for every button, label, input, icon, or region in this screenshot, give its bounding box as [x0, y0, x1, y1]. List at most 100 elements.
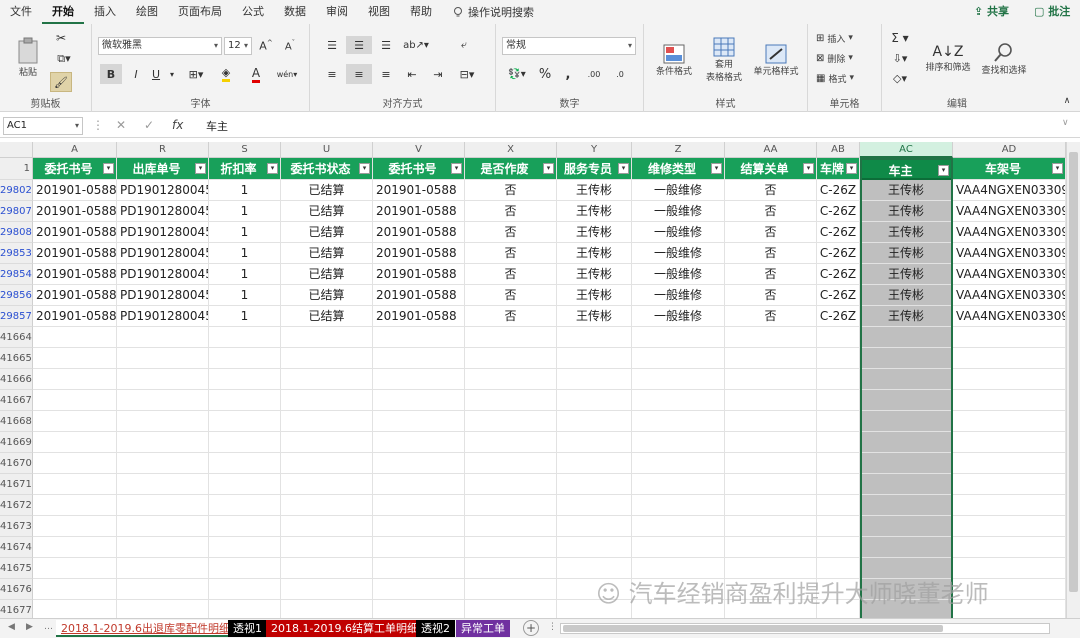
table-cell[interactable]: [209, 495, 281, 516]
table-cell[interactable]: [33, 348, 117, 369]
table-cell[interactable]: [281, 537, 373, 558]
table-cell[interactable]: [725, 474, 817, 495]
row-header[interactable]: 29808: [0, 222, 33, 243]
table-cell[interactable]: 1: [209, 201, 281, 222]
table-cell[interactable]: [557, 495, 632, 516]
format-as-table-button[interactable]: 套用 表格格式: [702, 32, 746, 88]
table-cell[interactable]: [117, 516, 209, 537]
filter-dropdown-icon[interactable]: ▾: [1052, 163, 1063, 174]
table-cell[interactable]: 1: [209, 264, 281, 285]
table-cell[interactable]: [373, 558, 465, 579]
table-cell[interactable]: [209, 558, 281, 579]
filter-dropdown-icon[interactable]: ▾: [359, 163, 370, 174]
table-cell[interactable]: [557, 348, 632, 369]
insert-function-icon[interactable]: fx: [172, 118, 183, 132]
name-box[interactable]: AC1 ▾: [3, 117, 83, 135]
table-cell[interactable]: 201901-0588: [373, 180, 465, 201]
table-cell[interactable]: [33, 516, 117, 537]
table-cell[interactable]: [117, 411, 209, 432]
table-header-cell[interactable]: 车牌 ▾: [817, 158, 860, 180]
table-cell[interactable]: [557, 327, 632, 348]
table-cell[interactable]: [209, 537, 281, 558]
table-cell[interactable]: 201901-0588: [33, 201, 117, 222]
font-size-select[interactable]: 12 ▾: [224, 37, 252, 55]
table-cell[interactable]: [557, 474, 632, 495]
table-cell[interactable]: [725, 327, 817, 348]
table-cell[interactable]: 201901-0588: [373, 264, 465, 285]
row-header[interactable]: 41673: [0, 516, 33, 537]
table-cell[interactable]: 1: [209, 222, 281, 243]
table-cell[interactable]: 201901-0588: [373, 285, 465, 306]
menu-tab[interactable]: 插入: [84, 0, 126, 24]
table-cell[interactable]: [632, 348, 725, 369]
table-cell[interactable]: [860, 432, 953, 453]
row-header[interactable]: 41666: [0, 369, 33, 390]
table-cell[interactable]: 否: [725, 222, 817, 243]
table-cell[interactable]: [632, 453, 725, 474]
table-cell[interactable]: [632, 432, 725, 453]
table-cell[interactable]: [281, 516, 373, 537]
table-cell[interactable]: [373, 579, 465, 600]
table-cell[interactable]: 王传彬: [860, 201, 953, 222]
column-header[interactable]: S: [209, 142, 281, 158]
table-cell[interactable]: C-26Z: [817, 285, 860, 306]
table-header-cell[interactable]: 服务专员 ▾: [557, 158, 632, 180]
row-header[interactable]: 41676: [0, 579, 33, 600]
table-cell[interactable]: C-26Z: [817, 264, 860, 285]
table-cell[interactable]: [33, 411, 117, 432]
row-header[interactable]: 41667: [0, 390, 33, 411]
menu-tab[interactable]: 数据: [274, 0, 316, 24]
table-cell[interactable]: 王传彬: [557, 285, 632, 306]
table-cell[interactable]: [373, 516, 465, 537]
table-cell[interactable]: [281, 411, 373, 432]
table-cell[interactable]: C-26Z: [817, 222, 860, 243]
table-cell[interactable]: [209, 390, 281, 411]
filter-dropdown-icon[interactable]: ▾: [267, 163, 278, 174]
column-header[interactable]: X: [465, 142, 557, 158]
table-header-cell[interactable]: 委托书号 ▾: [373, 158, 465, 180]
table-cell[interactable]: [953, 432, 1066, 453]
table-cell[interactable]: 已结算: [281, 264, 373, 285]
row-header[interactable]: 29857: [0, 306, 33, 327]
table-cell[interactable]: 否: [725, 201, 817, 222]
table-cell[interactable]: 否: [465, 264, 557, 285]
table-cell[interactable]: [632, 327, 725, 348]
align-bottom-button[interactable]: ☰: [376, 36, 396, 54]
table-cell[interactable]: [725, 432, 817, 453]
table-cell[interactable]: C-26Z: [817, 306, 860, 327]
table-cell[interactable]: [632, 495, 725, 516]
table-cell[interactable]: [725, 495, 817, 516]
autosum-button[interactable]: Σ ▾: [888, 30, 912, 46]
delete-cells-button[interactable]: ⊠ 删除 ▾: [816, 50, 876, 66]
filter-dropdown-icon[interactable]: ▾: [711, 163, 722, 174]
format-cells-button[interactable]: ▦ 格式 ▾: [816, 70, 876, 86]
table-cell[interactable]: 已结算: [281, 222, 373, 243]
table-cell[interactable]: VAA4NGXEN03309: [953, 285, 1066, 306]
table-cell[interactable]: 否: [465, 201, 557, 222]
table-header-cell[interactable]: 出库单号 ▾: [117, 158, 209, 180]
column-header[interactable]: AB: [817, 142, 860, 158]
row-header[interactable]: 41669: [0, 432, 33, 453]
table-cell[interactable]: [465, 558, 557, 579]
table-cell[interactable]: [817, 369, 860, 390]
table-cell[interactable]: [817, 432, 860, 453]
table-cell[interactable]: 王传彬: [557, 306, 632, 327]
shrink-font-button[interactable]: Aˇ: [282, 37, 298, 55]
table-cell[interactable]: PD1901280045: [117, 243, 209, 264]
table-cell[interactable]: [725, 390, 817, 411]
menu-tab[interactable]: 审阅: [316, 0, 358, 24]
table-cell[interactable]: 王传彬: [557, 264, 632, 285]
table-cell[interactable]: [209, 348, 281, 369]
table-cell[interactable]: [953, 474, 1066, 495]
row-header[interactable]: 29807: [0, 201, 33, 222]
table-cell[interactable]: VAA4NGXEN03309: [953, 180, 1066, 201]
column-header[interactable]: AD: [953, 142, 1066, 158]
table-header-cell[interactable]: 委托书状态 ▾: [281, 158, 373, 180]
table-cell[interactable]: 一般维修: [632, 306, 725, 327]
table-cell[interactable]: [465, 516, 557, 537]
filter-dropdown-icon[interactable]: ▾: [451, 163, 462, 174]
vertical-scrollbar[interactable]: [1066, 142, 1080, 618]
table-cell[interactable]: [281, 432, 373, 453]
select-all-corner[interactable]: [0, 142, 33, 158]
filter-dropdown-icon[interactable]: ▾: [846, 163, 857, 174]
